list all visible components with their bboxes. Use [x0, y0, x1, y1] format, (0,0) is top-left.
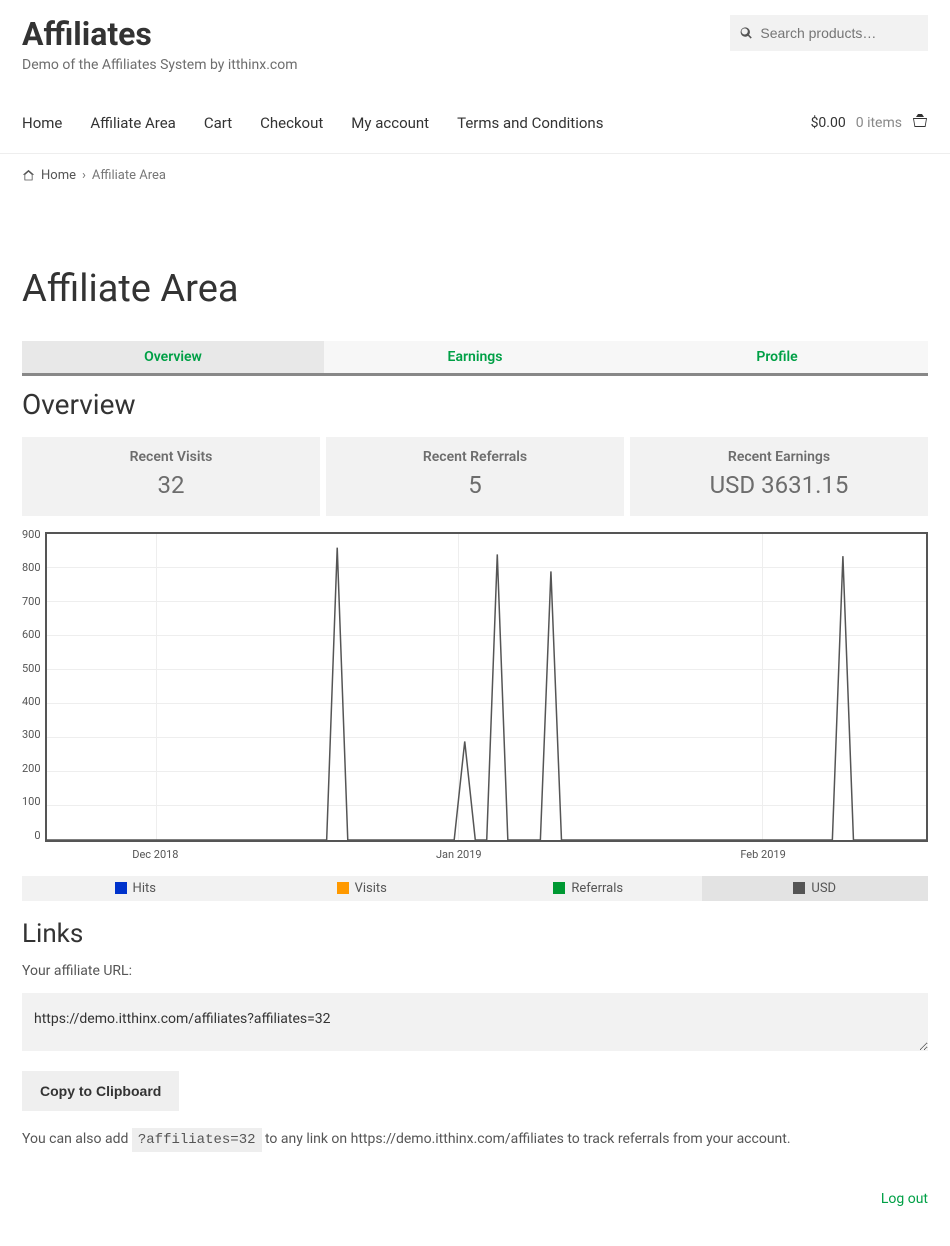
nav-checkout[interactable]: Checkout [260, 114, 323, 132]
legend-swatch [793, 882, 805, 894]
append-code: ?affiliates=32 [132, 1128, 262, 1152]
tab-overview[interactable]: Overview [22, 341, 324, 373]
append-pre: You can also add [22, 1131, 132, 1147]
tab-earnings[interactable]: Earnings [324, 341, 626, 373]
cart-item-count: 0 items [856, 115, 902, 131]
site-title[interactable]: Affiliates [22, 15, 298, 53]
site-tagline: Demo of the Affiliates System by itthinx… [22, 57, 298, 73]
legend-swatch [337, 882, 349, 894]
stat-visits-value: 32 [22, 471, 320, 500]
nav-terms[interactable]: Terms and Conditions [457, 114, 603, 132]
x-tick: Dec 2018 [132, 848, 178, 861]
breadcrumb-home[interactable]: Home [41, 168, 76, 183]
legend-swatch [553, 882, 565, 894]
nav-home[interactable]: Home [22, 114, 62, 132]
legend-usd[interactable]: USD [702, 876, 929, 901]
stat-visits: Recent Visits 32 [22, 437, 320, 516]
chart-plot [45, 532, 928, 842]
y-tick: 800 [22, 561, 41, 574]
basket-icon [912, 113, 928, 133]
legend-label: Referrals [571, 881, 623, 896]
home-icon [22, 169, 35, 182]
chart-legend: Hits Visits Referrals USD [22, 876, 928, 901]
stat-referrals-value: 5 [326, 471, 624, 500]
affiliate-url-input[interactable] [22, 993, 928, 1051]
stat-earnings-label: Recent Earnings [630, 449, 928, 465]
chart: 900 800 700 600 500 400 300 200 100 0 Dec 2018 Jan… [22, 528, 928, 901]
stat-visits-label: Recent Visits [22, 449, 320, 465]
chart-x-axis: Dec 2018 Jan 2019 Feb 2019 [46, 848, 928, 864]
y-tick: 400 [22, 695, 41, 708]
overview-heading: Overview [22, 388, 928, 421]
copy-to-clipboard-button[interactable]: Copy to Clipboard [22, 1071, 179, 1111]
nav-my-account[interactable]: My account [351, 114, 429, 132]
legend-label: USD [811, 881, 836, 896]
breadcrumb-separator: › [82, 168, 86, 183]
legend-label: Hits [133, 881, 156, 896]
y-tick: 600 [22, 628, 41, 641]
search-icon [740, 26, 752, 40]
logout-link[interactable]: Log out [881, 1191, 928, 1207]
stat-referrals: Recent Referrals 5 [326, 437, 624, 516]
y-tick: 700 [22, 595, 41, 608]
search-box[interactable] [730, 15, 928, 51]
y-tick: 0 [34, 829, 40, 842]
nav-cart[interactable]: Cart [204, 114, 232, 132]
main-nav: Home Affiliate Area Cart Checkout My acc… [22, 114, 603, 132]
legend-hits[interactable]: Hits [22, 876, 249, 901]
y-tick: 900 [22, 528, 41, 541]
legend-referrals[interactable]: Referrals [475, 876, 702, 901]
tabs: Overview Earnings Profile [22, 341, 928, 376]
page-title: Affiliate Area [22, 267, 928, 311]
search-input[interactable] [760, 25, 918, 41]
links-heading: Links [22, 919, 928, 949]
append-instructions: You can also add ?affiliates=32 to any l… [22, 1131, 928, 1148]
cart-summary[interactable]: $0.00 0 items [811, 113, 928, 133]
y-tick: 100 [22, 795, 41, 808]
stat-earnings-value: USD 3631.15 [630, 471, 928, 500]
chart-y-axis: 900 800 700 600 500 400 300 200 100 0 [22, 528, 45, 842]
append-post: to any link on https://demo.itthinx.com/… [262, 1131, 791, 1147]
affiliate-url-label: Your affiliate URL: [22, 963, 928, 979]
stat-referrals-label: Recent Referrals [326, 449, 624, 465]
x-tick: Feb 2019 [740, 848, 785, 861]
tab-profile[interactable]: Profile [626, 341, 928, 373]
legend-swatch [115, 882, 127, 894]
x-tick: Jan 2019 [436, 848, 482, 861]
legend-visits[interactable]: Visits [249, 876, 476, 901]
cart-total: $0.00 [811, 115, 846, 131]
breadcrumb-current: Affiliate Area [92, 168, 166, 183]
y-tick: 300 [22, 728, 41, 741]
y-tick: 200 [22, 762, 41, 775]
y-tick: 500 [22, 662, 41, 675]
breadcrumb: Home › Affiliate Area [0, 154, 950, 197]
nav-affiliate-area[interactable]: Affiliate Area [90, 114, 175, 132]
stat-earnings: Recent Earnings USD 3631.15 [630, 437, 928, 516]
legend-label: Visits [355, 881, 387, 896]
